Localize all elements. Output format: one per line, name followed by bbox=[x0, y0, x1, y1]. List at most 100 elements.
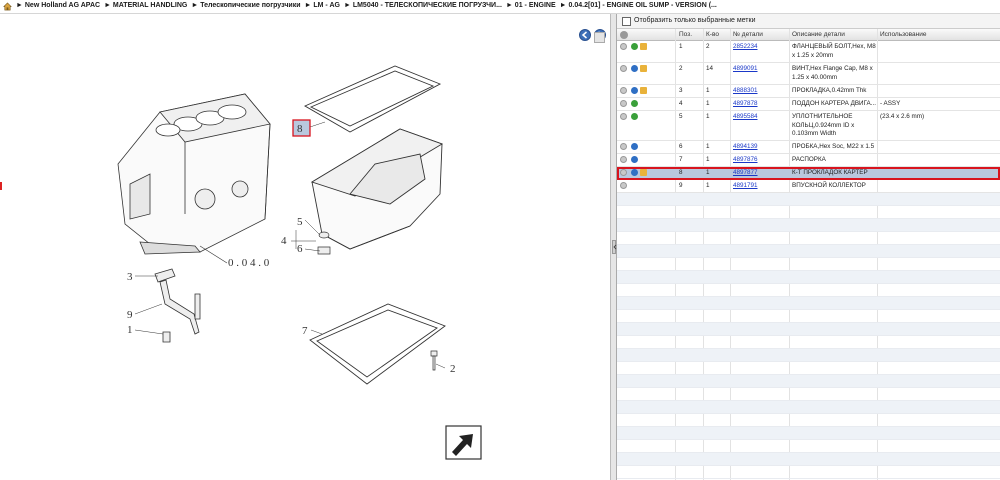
col-pos[interactable]: Поз. bbox=[679, 31, 692, 38]
callout-1[interactable]: 1 bbox=[127, 324, 133, 336]
part-qty: 14 bbox=[706, 65, 714, 72]
part-description: ВИНТ,Hex Flange Cap, M8 x 1.25 x 40.00mm bbox=[792, 65, 873, 81]
callout-3[interactable]: 3 bbox=[127, 271, 133, 283]
info-arrow-icon[interactable] bbox=[631, 87, 638, 94]
part-row[interactable]: 8 1 4897877 К-Т ПРОКЛАДОК КАРТЕР bbox=[617, 167, 1000, 180]
empty-row bbox=[617, 271, 1000, 284]
empty-row bbox=[617, 232, 1000, 245]
breadcrumb-item-6[interactable]: ► 0.04.2[01] - ENGINE OIL SUMP - VERSION… bbox=[560, 2, 717, 9]
callout-2[interactable]: 2 bbox=[450, 363, 456, 375]
empty-row bbox=[617, 453, 1000, 466]
empty-row bbox=[617, 310, 1000, 323]
part-row[interactable]: 9 1 4891791 ВПУСКНОЙ КОЛЛЕКТОР bbox=[617, 180, 1000, 193]
empty-row bbox=[617, 336, 1000, 349]
part-description: ПРОБКА,Hex Soc, M22 x 1.5 bbox=[792, 143, 875, 150]
breadcrumb-item-2[interactable]: ► Телескопические погрузчики bbox=[191, 2, 300, 9]
row-select-icon[interactable] bbox=[620, 182, 627, 189]
cart-icon[interactable] bbox=[640, 87, 647, 94]
callout-5[interactable]: 5 bbox=[297, 216, 303, 228]
part-pos: 9 bbox=[679, 182, 683, 189]
part-row[interactable]: 3 1 4888301 ПРОКЛАДКА,0.42mm Thk bbox=[617, 85, 1000, 98]
row-select-icon[interactable] bbox=[620, 156, 627, 163]
empty-row bbox=[617, 206, 1000, 219]
callout-9[interactable]: 9 bbox=[127, 309, 133, 321]
select-all-icon[interactable] bbox=[620, 31, 628, 39]
replace-arrow-icon[interactable] bbox=[631, 100, 638, 107]
filter-label: Отобразить только выбранные метки bbox=[634, 17, 756, 24]
col-qty[interactable]: К-во bbox=[706, 31, 719, 38]
info-arrow-icon[interactable] bbox=[631, 143, 638, 150]
part-number-link[interactable]: 2852234 bbox=[733, 43, 758, 52]
collapse-handle[interactable] bbox=[612, 240, 617, 254]
empty-row bbox=[617, 349, 1000, 362]
exploded-diagram-panel: 0 . 0 4 . 0 8 5 4 6 3 9 1 7 2 bbox=[0, 14, 611, 480]
part-row[interactable]: 2 14 4899091 ВИНТ,Hex Flange Cap, M8 x 1.25… bbox=[617, 63, 1000, 85]
empty-row bbox=[617, 219, 1000, 232]
col-part[interactable]: № детали bbox=[733, 31, 763, 38]
orientation-arrow-icon bbox=[445, 425, 482, 460]
col-usage[interactable]: Использование bbox=[880, 31, 926, 38]
breadcrumb-list: ► New Holland AG APAC ► MATERIAL HANDLING… bbox=[16, 2, 721, 9]
breadcrumb-item-1[interactable]: ► MATERIAL HANDLING bbox=[104, 2, 187, 9]
pickup-pipe-drawing bbox=[154, 268, 201, 343]
breadcrumb-item-3[interactable]: ► LM - AG bbox=[305, 2, 340, 9]
part-description: РАСПОРКА bbox=[792, 156, 826, 163]
home-icon[interactable] bbox=[3, 2, 12, 11]
part-row[interactable]: 4 1 4897878 ПОДДОН КАРТЕРА ДВИГА... - ASSY bbox=[617, 98, 1000, 111]
filter-bar: Отобразить только выбранные метки bbox=[617, 14, 1000, 29]
replace-arrow-icon[interactable] bbox=[631, 43, 638, 50]
row-select-icon[interactable] bbox=[620, 100, 627, 107]
part-pos: 2 bbox=[679, 65, 683, 72]
part-pos: 5 bbox=[679, 113, 683, 120]
breadcrumb-item-0[interactable]: ► New Holland AG APAC bbox=[16, 2, 100, 9]
empty-row bbox=[617, 388, 1000, 401]
row-select-icon[interactable] bbox=[620, 169, 627, 176]
callout-4[interactable]: 4 bbox=[281, 235, 287, 247]
callout-8[interactable]: 8 bbox=[297, 123, 303, 135]
breadcrumb-item-4[interactable]: ► LM5040 - ТЕЛЕСКОПИЧЕСКИЕ ПОГРУЗЧИ... bbox=[344, 2, 502, 9]
replace-arrow-icon[interactable] bbox=[631, 113, 638, 120]
info-arrow-icon[interactable] bbox=[631, 156, 638, 163]
callout-7[interactable]: 7 bbox=[302, 325, 308, 337]
part-qty: 1 bbox=[706, 113, 710, 120]
part-number-link[interactable]: 4894139 bbox=[733, 143, 758, 152]
breadcrumb: ► New Holland AG APAC ► MATERIAL HANDLING… bbox=[0, 0, 1000, 14]
row-select-icon[interactable] bbox=[620, 113, 627, 120]
part-pos: 8 bbox=[679, 169, 683, 176]
part-number-link[interactable]: 4897876 bbox=[733, 156, 758, 165]
part-row[interactable]: 7 1 4897876 РАСПОРКА bbox=[617, 154, 1000, 167]
part-number-link[interactable]: 4897877 bbox=[733, 169, 758, 178]
empty-row bbox=[617, 193, 1000, 206]
part-pos: 7 bbox=[679, 156, 683, 163]
empty-row bbox=[617, 414, 1000, 427]
part-row[interactable]: 5 1 4895584 УПЛОТНИТЕЛЬНОЕ КОЛЬЦ,0.924mm ID… bbox=[617, 111, 1000, 141]
part-number-link[interactable]: 4895584 bbox=[733, 113, 758, 122]
part-qty: 2 bbox=[706, 43, 710, 50]
row-select-icon[interactable] bbox=[620, 65, 627, 72]
row-select-icon[interactable] bbox=[620, 87, 627, 94]
part-description: ФЛАНЦЕВЫЙ БОЛТ,Hex, M8 x 1.25 x 20mm bbox=[792, 43, 876, 59]
row-select-icon[interactable] bbox=[620, 143, 627, 150]
breadcrumb-item-5[interactable]: ► 01 - ENGINE bbox=[506, 2, 556, 9]
part-number-link[interactable]: 4897878 bbox=[733, 100, 758, 109]
row-select-icon[interactable] bbox=[620, 43, 627, 50]
part-number-link[interactable]: 4891791 bbox=[733, 182, 758, 191]
col-desc[interactable]: Описание детали bbox=[792, 31, 845, 38]
part-row[interactable]: 1 2 2852234 ФЛАНЦЕВЫЙ БОЛТ,Hex, M8 x 1.25 x… bbox=[617, 41, 1000, 63]
part-pos: 6 bbox=[679, 143, 683, 150]
info-arrow-icon[interactable] bbox=[631, 65, 638, 72]
cart-icon[interactable] bbox=[640, 169, 647, 176]
part-description: ПРОКЛАДКА,0.42mm Thk bbox=[792, 87, 867, 94]
info-arrow-icon[interactable] bbox=[631, 169, 638, 176]
exploded-diagram: 0 . 0 4 . 0 8 5 4 6 3 9 1 7 2 bbox=[117, 65, 482, 460]
cart-icon[interactable] bbox=[640, 65, 647, 72]
part-number-link[interactable]: 4888301 bbox=[733, 87, 758, 96]
part-number-link[interactable]: 4899091 bbox=[733, 65, 758, 74]
callout-6[interactable]: 6 bbox=[297, 243, 303, 255]
part-description: К-Т ПРОКЛАДОК КАРТЕР bbox=[792, 169, 868, 176]
part-row[interactable]: 6 1 4894139 ПРОБКА,Hex Soc, M22 x 1.5 bbox=[617, 141, 1000, 154]
cart-icon[interactable] bbox=[640, 43, 647, 50]
part-usage: - ASSY bbox=[880, 100, 901, 107]
show-selected-only-checkbox[interactable] bbox=[622, 17, 631, 26]
parts-list-panel: Отобразить только выбранные метки Поз. К… bbox=[617, 14, 1000, 480]
